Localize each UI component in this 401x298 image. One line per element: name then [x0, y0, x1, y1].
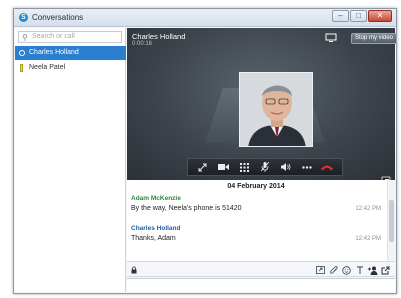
conversation-pane: Charles Holland 0:00:16 Stop my video 04…: [127, 28, 397, 292]
stop-video-button[interactable]: Stop my video: [351, 33, 397, 44]
history-scrollbar[interactable]: [387, 180, 395, 261]
caller-name: Charles Holland: [132, 32, 186, 41]
title-bar: S Conversations – □ ✕: [14, 9, 396, 27]
presence-away-icon: [20, 64, 23, 72]
emoticon-icon[interactable]: [340, 264, 353, 276]
message-time: 12:42 PM: [355, 206, 381, 212]
call-presence-icon: [19, 50, 25, 56]
message-author: Adam McKenzie: [131, 195, 181, 202]
contact-item-charles-holland[interactable]: Charles Holland: [15, 46, 126, 60]
search-placeholder: Search or call: [32, 33, 75, 40]
font-icon[interactable]: [353, 264, 366, 276]
volume-icon[interactable]: [277, 160, 295, 174]
compose-toolbar: [127, 263, 395, 277]
minimize-button[interactable]: –: [332, 10, 349, 22]
message-time: 12:42 PM: [355, 236, 381, 242]
search-icon: ⚲: [22, 33, 28, 42]
attach-icon[interactable]: [327, 264, 340, 276]
popout-icon[interactable]: [379, 264, 392, 276]
expand-icon[interactable]: [193, 160, 211, 174]
video-call-area: Charles Holland 0:00:16 Stop my video: [127, 28, 397, 183]
message-history: 04 February 2014 Adam McKenzie By the wa…: [127, 180, 395, 262]
message-author: Charles Holland: [131, 225, 181, 232]
lock-icon: [131, 266, 137, 274]
contact-name: Neela Patel: [29, 64, 66, 71]
skype-logo-icon: S: [19, 13, 28, 22]
add-person-icon[interactable]: [366, 264, 379, 276]
window-controls: – □ ✕: [331, 10, 392, 22]
date-header: 04 February 2014: [227, 183, 285, 190]
message-text: By the way, Neela's phone is 51420: [131, 205, 242, 212]
mute-icon[interactable]: [256, 160, 274, 174]
dialpad-icon[interactable]: [235, 160, 253, 174]
message-text: Thanks, Adam: [131, 235, 176, 242]
contact-item-neela-patel[interactable]: Neela Patel: [15, 61, 126, 75]
caller-photo: [240, 73, 312, 146]
call-duration: 0:00:16: [132, 41, 153, 47]
call-toolbar: [187, 158, 343, 176]
contact-name: Charles Holland: [29, 49, 79, 56]
hangup-icon[interactable]: [318, 160, 336, 174]
video-icon[interactable]: [214, 160, 232, 174]
more-icon[interactable]: [298, 160, 316, 174]
sidebar: ⚲ Search or call Charles Holland Neela P…: [15, 28, 126, 292]
compose-icons: [314, 264, 392, 276]
scrollbar-thumb[interactable]: [389, 200, 394, 242]
screenshare-icon[interactable]: [314, 264, 327, 276]
conversations-window: S Conversations – □ ✕ ⚲ Search or call C…: [13, 8, 397, 294]
message-input[interactable]: [127, 278, 395, 292]
close-button[interactable]: ✕: [368, 10, 392, 22]
maximize-button[interactable]: □: [350, 10, 367, 22]
search-input[interactable]: ⚲ Search or call: [18, 31, 122, 43]
screen-share-icon[interactable]: [325, 33, 337, 43]
caller-video: [239, 72, 313, 147]
window-title: Conversations: [32, 13, 84, 22]
